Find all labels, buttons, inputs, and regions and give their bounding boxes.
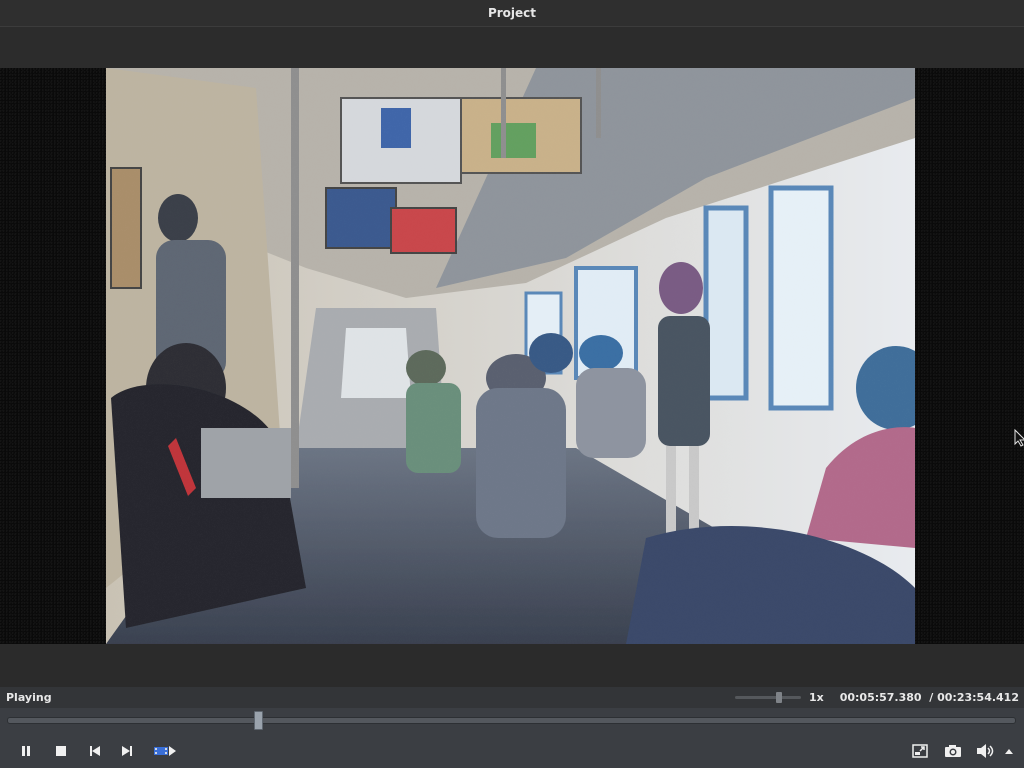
fullscreen-icon — [912, 744, 928, 758]
video-frame[interactable] — [106, 68, 915, 644]
speed-label: 1x — [809, 691, 824, 704]
speed-slider-thumb[interactable] — [776, 692, 782, 703]
fullscreen-button[interactable] — [909, 741, 931, 761]
pause-icon — [22, 746, 30, 756]
toolbar-strip — [0, 27, 1024, 68]
time-separator: / — [929, 691, 934, 704]
mouse-cursor-icon — [1014, 429, 1024, 447]
time-display: 00:05:57.380 / 00:23:54.412 — [840, 691, 1019, 704]
seek-track[interactable] — [7, 717, 1016, 724]
snapshot-icon — [945, 745, 961, 757]
next-icon — [122, 746, 132, 756]
volume-menu-button[interactable] — [999, 741, 1019, 761]
status-bar: Playing 1x 00:05:57.380 / 00:23:54.412 — [0, 687, 1024, 708]
seek-thumb[interactable] — [254, 711, 263, 730]
frame-step-icon — [154, 746, 176, 756]
previous-button[interactable] — [84, 741, 106, 761]
stop-button[interactable] — [50, 741, 72, 761]
volume-icon — [977, 744, 994, 758]
menu-arrow-icon — [1005, 749, 1013, 754]
total-time: 00:23:54.412 — [937, 691, 1019, 704]
pause-button[interactable] — [15, 741, 37, 761]
playback-status: Playing — [6, 691, 52, 704]
video-bottom-area — [0, 644, 1024, 687]
controls-bar — [0, 734, 1024, 768]
next-button[interactable] — [116, 741, 138, 761]
frame-step-button[interactable] — [152, 741, 178, 761]
title-bar: Project — [0, 0, 1024, 27]
snapshot-button[interactable] — [942, 741, 964, 761]
current-time: 00:05:57.380 — [839, 691, 922, 704]
volume-button[interactable] — [975, 741, 997, 761]
stop-icon — [56, 746, 66, 756]
window-title: Project — [487, 6, 537, 20]
video-frame-image — [106, 68, 915, 644]
seek-bar[interactable] — [0, 708, 1024, 734]
speed-slider-track[interactable] — [735, 696, 801, 699]
previous-icon — [90, 746, 100, 756]
